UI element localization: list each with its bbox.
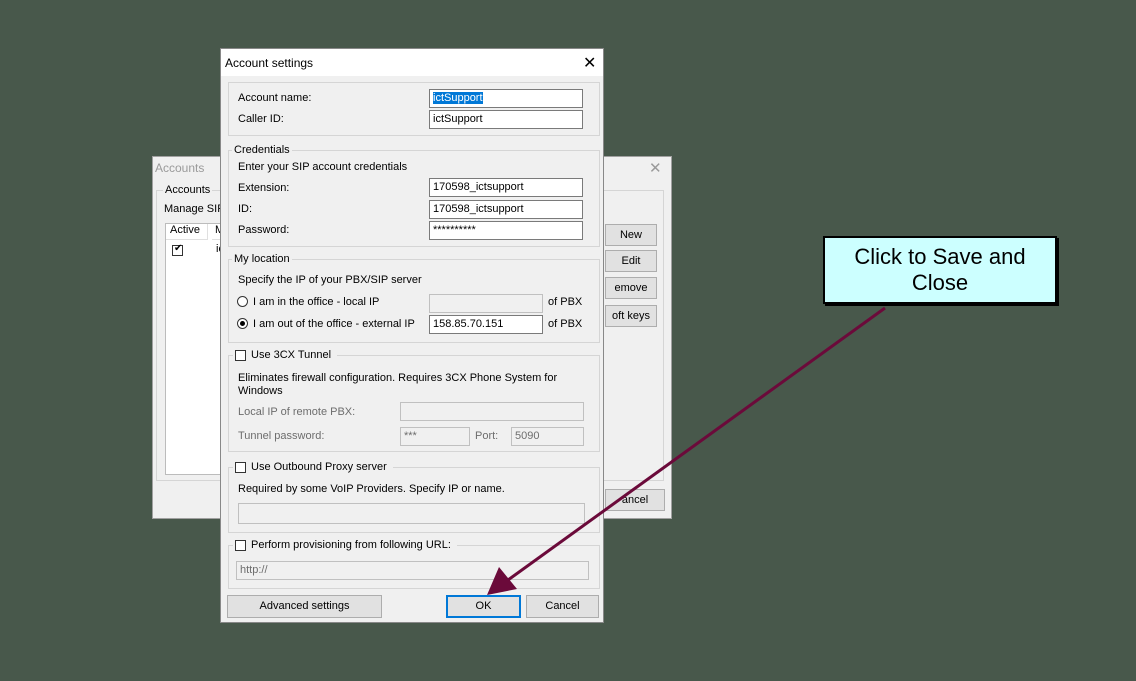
annotation-arrow bbox=[487, 306, 886, 595]
arrow-line bbox=[507, 306, 886, 582]
arrow-head bbox=[487, 567, 517, 595]
annotation-callout: Click to Save and Close bbox=[823, 236, 1057, 304]
